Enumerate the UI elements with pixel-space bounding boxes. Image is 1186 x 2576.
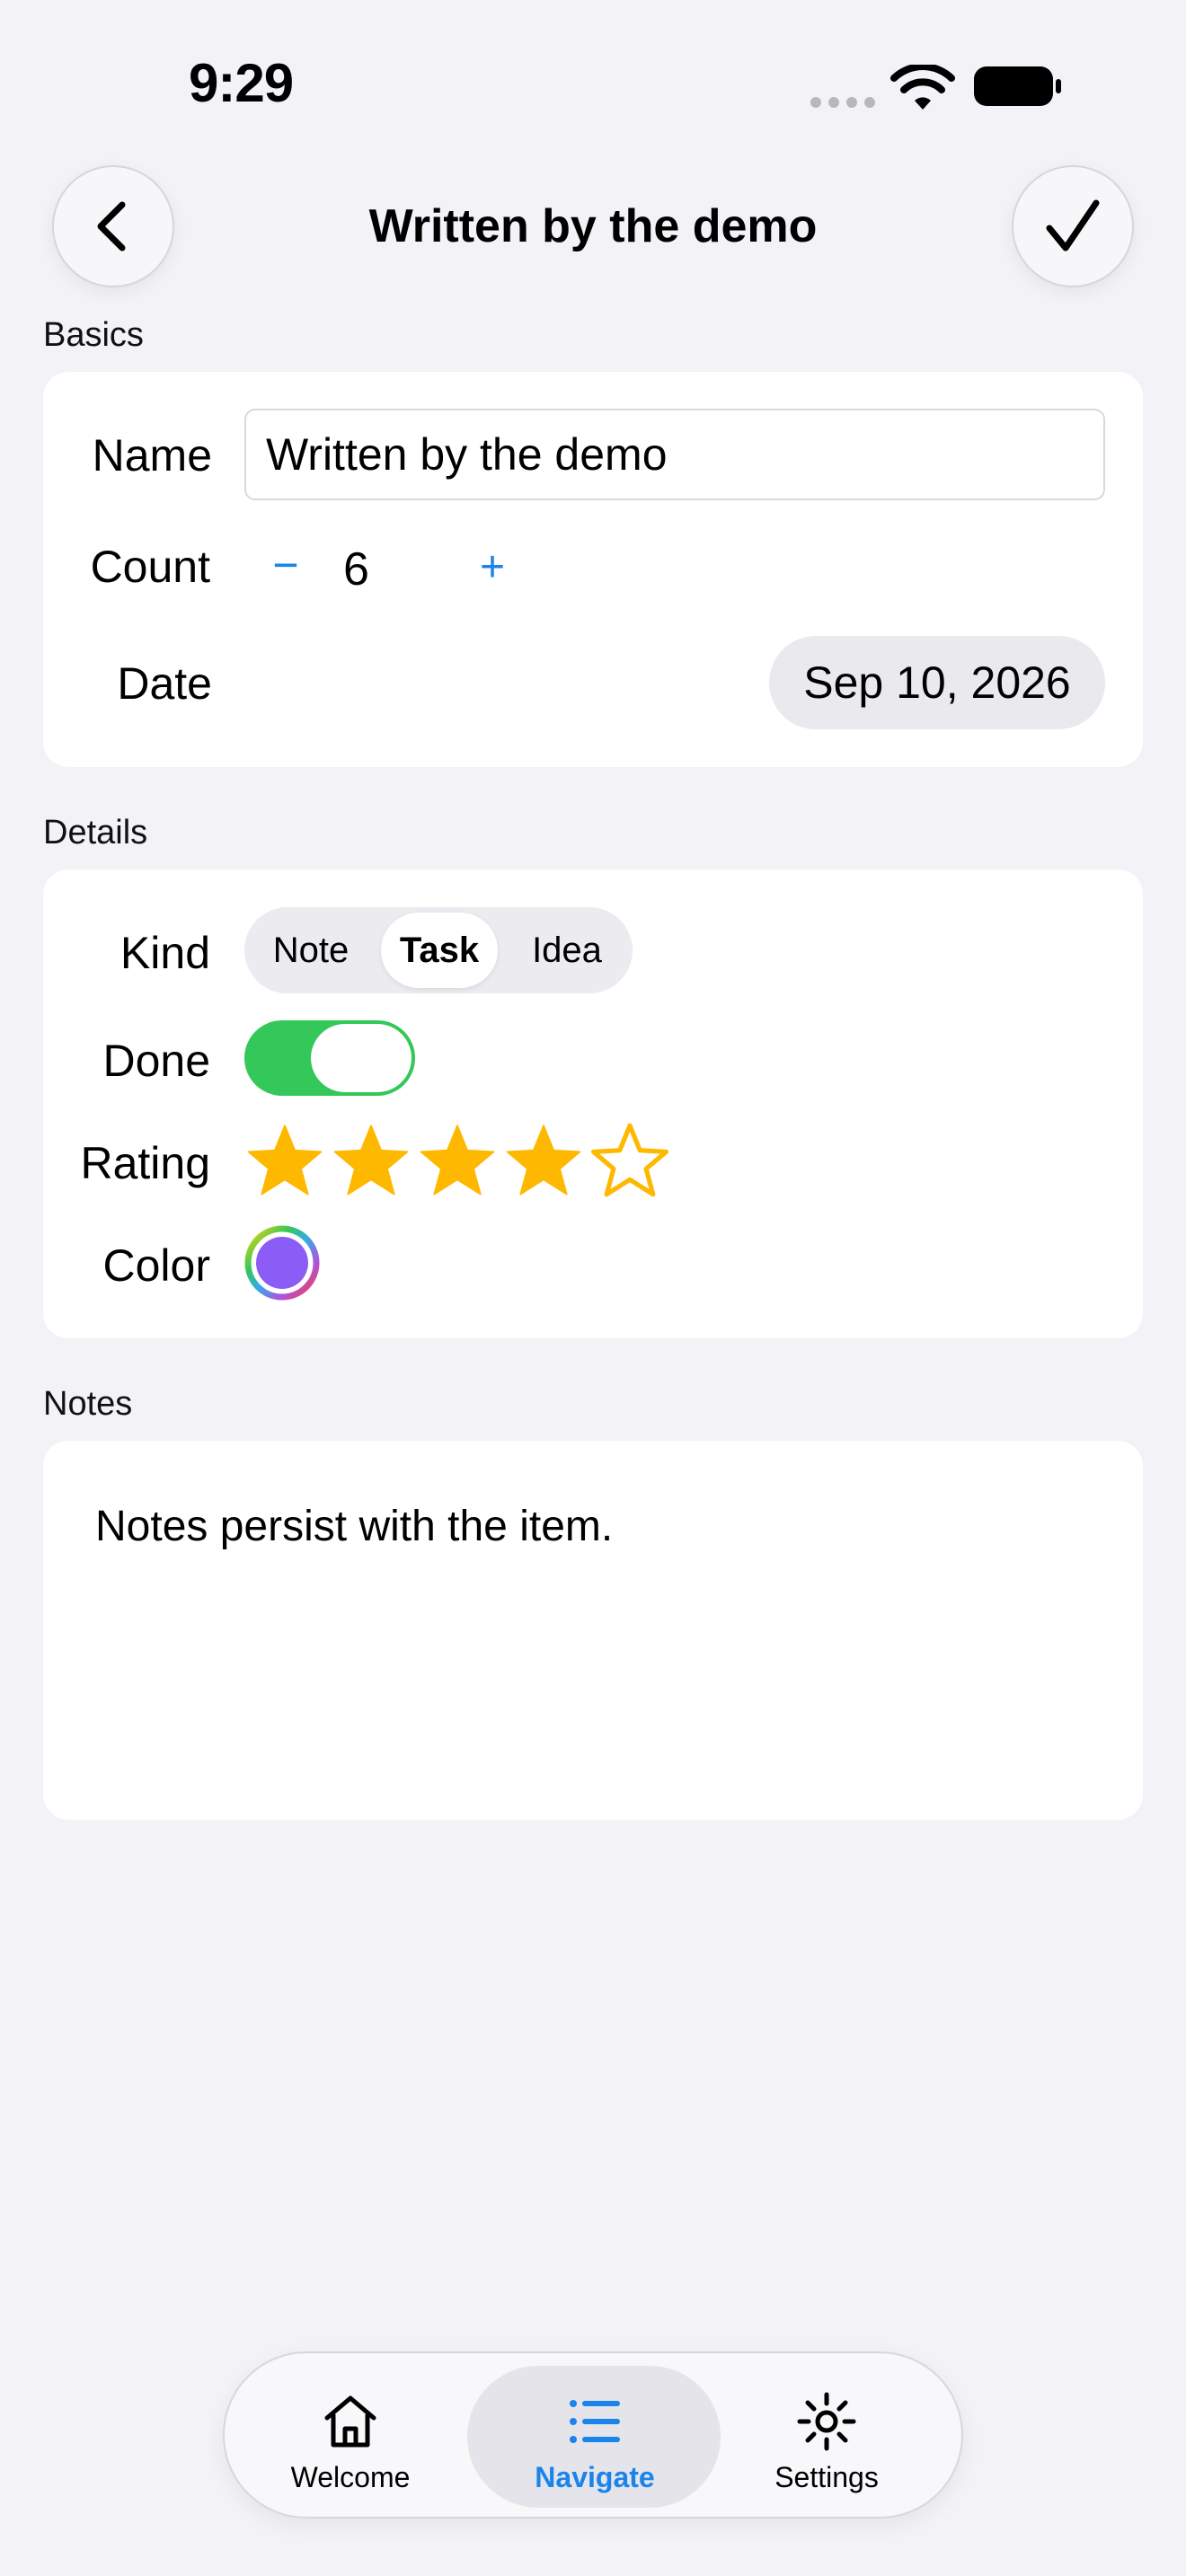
kind-label: Kind — [119, 928, 210, 978]
section-header-details: Details — [43, 814, 148, 851]
notes-text: Notes persist with the item. — [95, 1503, 614, 1550]
star-filled-icon[interactable] — [505, 1121, 582, 1198]
count-increment-button[interactable]: + — [474, 543, 510, 592]
checkmark-icon — [1046, 199, 1100, 251]
count-decrement-button[interactable]: − — [268, 539, 304, 591]
done-label: Done — [102, 1036, 210, 1086]
star-filled-icon[interactable] — [419, 1121, 496, 1198]
cellular-signal-icon — [810, 97, 875, 108]
tab-welcome[interactable]: Welcome — [225, 2353, 476, 2520]
gear-icon — [797, 2392, 856, 2451]
battery-icon — [974, 66, 1061, 106]
name-label: Name — [92, 430, 212, 481]
done-toggle[interactable] — [244, 1020, 415, 1096]
star-filled-icon[interactable] — [246, 1121, 323, 1198]
tab-navigate[interactable]: Navigate — [469, 2353, 721, 2520]
kind-option-idea[interactable]: Idea — [514, 913, 620, 988]
kind-segmented-control: Note Task Idea — [244, 907, 633, 993]
wifi-icon — [890, 65, 955, 110]
name-field[interactable]: Written by the demo — [244, 409, 1105, 500]
house-icon — [324, 2395, 376, 2448]
section-header-basics: Basics — [43, 316, 144, 354]
star-empty-icon[interactable] — [591, 1121, 668, 1198]
tab-label-navigate: Navigate — [535, 2461, 655, 2493]
tab-bar: Welcome Navigate Settings — [223, 2351, 963, 2519]
tab-label-settings: Settings — [774, 2461, 879, 2493]
tab-settings[interactable]: Settings — [701, 2353, 952, 2520]
notes-editor[interactable] — [43, 1441, 1143, 1820]
count-label: Count — [90, 542, 210, 592]
kind-option-task[interactable]: Task — [381, 913, 498, 988]
tab-label-welcome: Welcome — [290, 2461, 411, 2493]
section-header-notes: Notes — [43, 1385, 133, 1423]
count-value: 6 — [343, 543, 369, 595]
star-filled-icon[interactable] — [332, 1121, 410, 1198]
color-label: Color — [102, 1240, 210, 1291]
rating-label: Rating — [80, 1138, 210, 1188]
date-picker[interactable]: Sep 10, 2026 — [769, 636, 1105, 729]
color-well[interactable] — [244, 1225, 320, 1301]
done-button[interactable] — [1012, 165, 1134, 287]
list-icon — [570, 2400, 620, 2443]
status-time: 9:29 — [189, 53, 294, 113]
date-label: Date — [117, 658, 212, 709]
kind-option-note[interactable]: Note — [257, 913, 365, 988]
rating-stars — [246, 1121, 668, 1198]
page-title: Written by the demo — [368, 200, 818, 252]
